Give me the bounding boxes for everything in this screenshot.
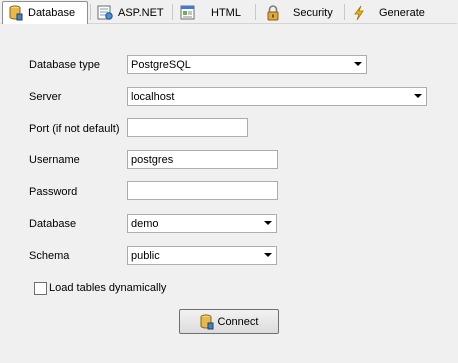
database-icon (200, 314, 214, 330)
load-tables-checkbox[interactable] (34, 282, 47, 295)
tab-generate[interactable]: Generate (346, 3, 430, 22)
chevron-down-icon[interactable] (351, 58, 364, 70)
tab-html[interactable]: HTML (174, 3, 254, 22)
tab-label: HTML (211, 6, 241, 19)
schema-label: Schema (29, 250, 70, 262)
lightning-icon (352, 5, 366, 21)
password-label: Password (29, 186, 78, 198)
lock-icon (266, 4, 280, 21)
password-field[interactable] (127, 181, 278, 200)
tab-label: Database (28, 7, 76, 19)
server-combo[interactable]: localhost (127, 87, 427, 106)
tab-aspnet[interactable]: ASP.NET (91, 3, 171, 22)
port-label: Port (if not default) (29, 123, 120, 135)
username-value: postgres (131, 153, 174, 166)
html-icon (180, 5, 196, 21)
tab-divider (255, 4, 256, 20)
database-select[interactable]: demo (127, 214, 277, 233)
username-field[interactable]: postgres (127, 150, 278, 169)
tab-security[interactable]: Security (260, 3, 344, 22)
database-label: Database (29, 218, 77, 230)
tab-database[interactable]: Database (2, 1, 88, 24)
server-value: localhost (131, 90, 175, 103)
load-tables-label[interactable]: Load tables dynamically (49, 282, 166, 295)
tab-label: ASP.NET (118, 6, 164, 19)
chevron-down-icon[interactable] (411, 90, 424, 102)
server-label: Server (29, 91, 62, 103)
database-type-label: Database type (29, 59, 100, 71)
port-field[interactable] (127, 118, 248, 137)
database-icon (9, 5, 23, 21)
chevron-down-icon[interactable] (261, 217, 274, 229)
tab-strip: Database ASP.NET HTML Security Generate (0, 0, 458, 24)
chevron-down-icon[interactable] (261, 249, 274, 261)
database-value: demo (131, 217, 159, 230)
username-label: Username (29, 154, 80, 166)
database-type-value: PostgreSQL (131, 58, 191, 71)
schema-value: public (131, 249, 160, 262)
connect-button[interactable]: Connect (179, 309, 279, 334)
tab-label: Security (293, 6, 333, 19)
tab-divider (172, 4, 173, 20)
schema-select[interactable]: public (127, 246, 277, 265)
aspnet-icon (97, 5, 113, 21)
database-type-select[interactable]: PostgreSQL (127, 55, 367, 74)
connect-button-label: Connect (217, 315, 259, 328)
tab-label: Generate (379, 6, 425, 19)
tab-divider (344, 4, 345, 20)
